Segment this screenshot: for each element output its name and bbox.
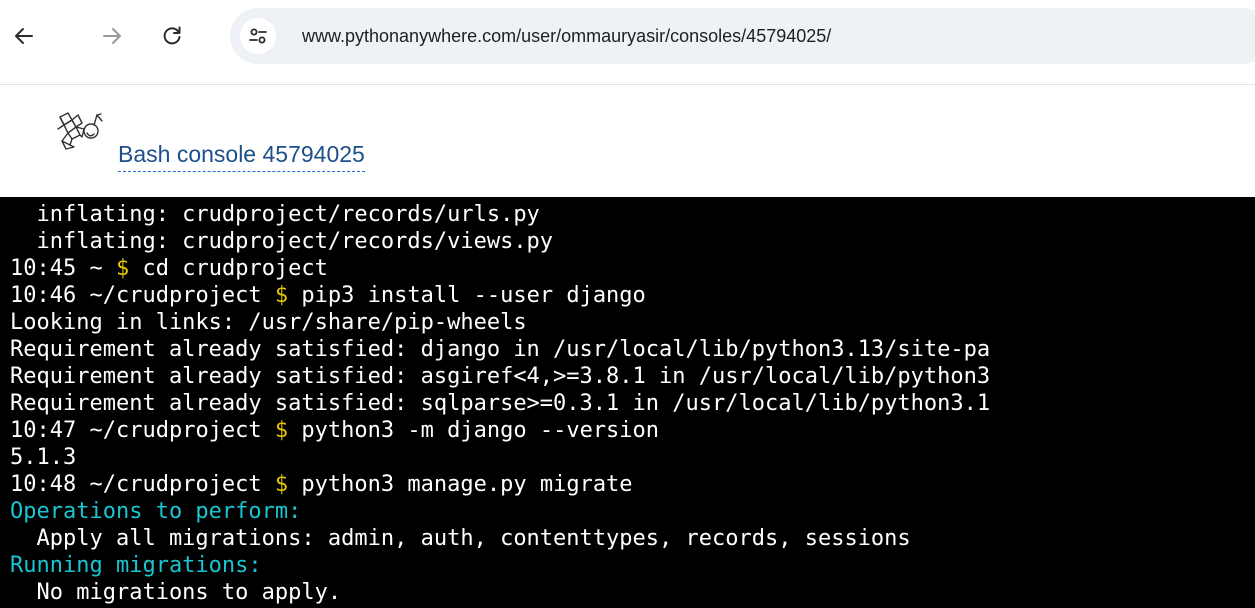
prompt-prefix: 10:47 xyxy=(10,418,77,443)
snake-logo-icon xyxy=(57,112,103,150)
output-text: No migrations to apply. xyxy=(10,580,342,605)
output-line: inflating: crudproject/records/urls.py xyxy=(10,201,1255,228)
output-text: Requirement already satisfied: sqlparse>… xyxy=(10,391,991,416)
prompt-symbol: $ xyxy=(115,256,130,281)
prompt-path: ~ xyxy=(89,256,103,281)
prompt-prefix: 10:48 xyxy=(10,472,77,497)
output-line: inflating: crudproject/records/views.py xyxy=(10,228,1255,255)
output-line: Requirement already satisfied: asgiref<4… xyxy=(10,363,1255,390)
output-text: inflating: crudproject/records/views.py xyxy=(10,229,554,254)
prompt-prefix: 10:46 xyxy=(10,283,77,308)
command-text: python3 -m django --version xyxy=(301,418,660,443)
forward-arrow-icon xyxy=(103,28,121,44)
output-text: Apply all migrations: admin, auth, conte… xyxy=(10,526,911,551)
output-line: Requirement already satisfied: sqlparse>… xyxy=(10,390,1255,417)
output-text: 5.1.3 xyxy=(10,445,77,470)
output-line: 5.1.3 xyxy=(10,444,1255,471)
address-bar[interactable]: www.pythonanywhere.com/user/ommauryasir/… xyxy=(230,8,1255,64)
output-text: Requirement already satisfied: django in… xyxy=(10,337,991,362)
browser-toolbar: www.pythonanywhere.com/user/ommauryasir/… xyxy=(0,0,1255,84)
prompt-symbol: $ xyxy=(274,283,289,308)
output-line: Requirement already satisfied: django in… xyxy=(10,336,1255,363)
bash-terminal[interactable]: inflating: crudproject/records/urls.py i… xyxy=(0,197,1255,608)
prompt-symbol: $ xyxy=(274,418,289,443)
output-heading-line: Operations to perform: xyxy=(10,498,1255,525)
pythonanywhere-logo[interactable] xyxy=(54,111,114,174)
reload-icon xyxy=(163,26,181,45)
output-line: Looking in links: /usr/share/pip-wheels xyxy=(10,309,1255,336)
url-text[interactable]: www.pythonanywhere.com/user/ommauryasir/… xyxy=(302,8,831,64)
reload-button[interactable] xyxy=(158,22,186,50)
back-arrow-icon xyxy=(15,28,33,44)
prompt-symbol: $ xyxy=(274,472,289,497)
output-text: inflating: crudproject/records/urls.py xyxy=(10,202,540,227)
prompt-line: 10:45 ~ $ cd crudproject xyxy=(10,255,1255,282)
forward-button[interactable] xyxy=(98,22,126,50)
prompt-path: ~/crudproject xyxy=(89,283,262,308)
back-button[interactable] xyxy=(10,22,38,50)
site-info-button[interactable] xyxy=(240,18,276,54)
prompt-line: 10:46 ~/crudproject $ pip3 install --use… xyxy=(10,282,1255,309)
command-text: python3 manage.py migrate xyxy=(301,472,633,497)
terminal-output: inflating: crudproject/records/urls.py i… xyxy=(10,201,1255,606)
prompt-path: ~/crudproject xyxy=(89,418,262,443)
console-title-link[interactable]: Bash console 45794025 xyxy=(118,140,365,172)
prompt-prefix: 10:45 xyxy=(10,256,77,281)
output-text: Looking in links: /usr/share/pip-wheels xyxy=(10,310,527,335)
prompt-path: ~/crudproject xyxy=(89,472,262,497)
output-heading-line: Running migrations: xyxy=(10,552,1255,579)
output-text: Running migrations: xyxy=(10,553,262,578)
prompt-line: 10:48 ~/crudproject $ python3 manage.py … xyxy=(10,471,1255,498)
output-text: Operations to perform: xyxy=(10,499,302,524)
output-line: No migrations to apply. xyxy=(10,579,1255,606)
output-line: Apply all migrations: admin, auth, conte… xyxy=(10,525,1255,552)
command-text: cd crudproject xyxy=(142,256,328,281)
command-text: pip3 install --user django xyxy=(301,283,646,308)
tune-icon xyxy=(249,28,267,44)
prompt-line: 10:47 ~/crudproject $ python3 -m django … xyxy=(10,417,1255,444)
output-text: Requirement already satisfied: asgiref<4… xyxy=(10,364,991,389)
toolbar-divider xyxy=(0,84,1255,85)
